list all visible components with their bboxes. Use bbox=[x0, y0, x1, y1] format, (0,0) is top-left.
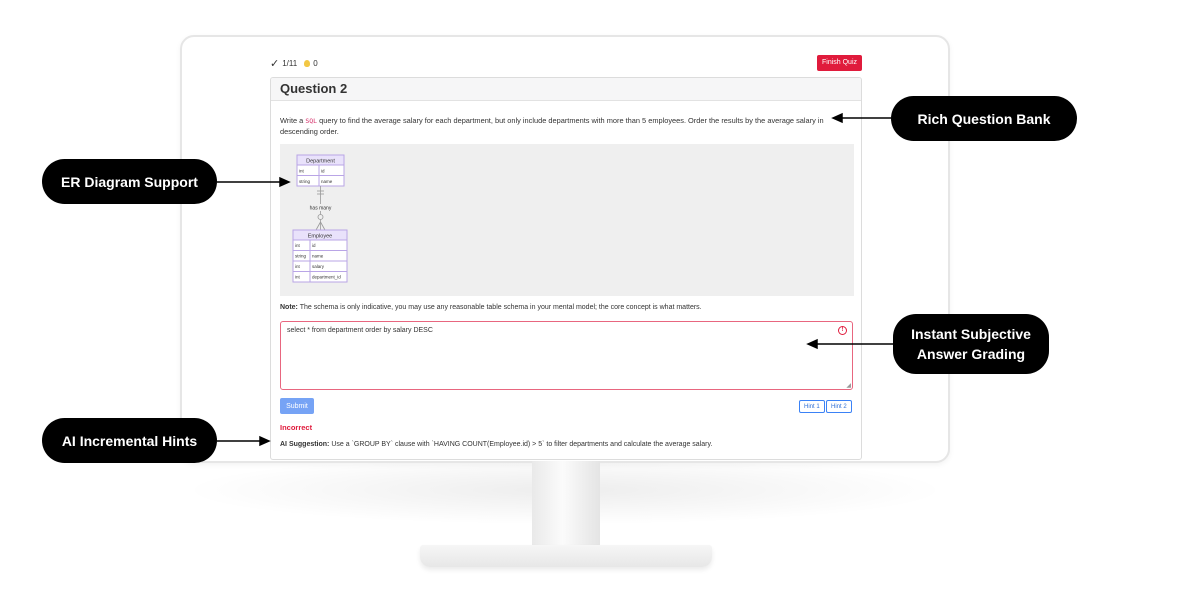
callout-arrows bbox=[217, 112, 893, 447]
arrow-head-icon bbox=[259, 435, 271, 447]
arrow-head-icon bbox=[279, 176, 291, 188]
arrow-head-icon bbox=[806, 338, 818, 350]
arrow-head-icon bbox=[831, 112, 843, 124]
